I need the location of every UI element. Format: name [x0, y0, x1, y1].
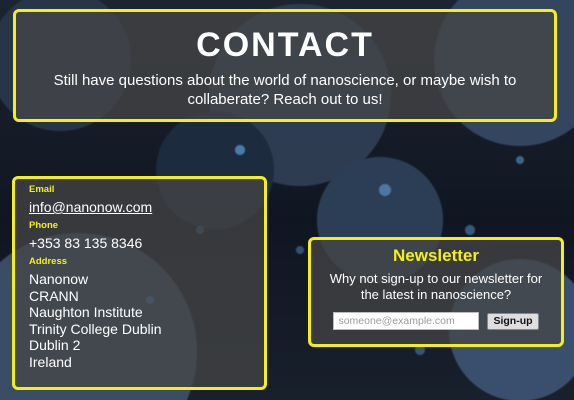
address-line: Naughton Institute [29, 304, 143, 321]
newsletter-title: Newsletter [393, 246, 479, 265]
signup-button[interactable]: Sign-up [487, 312, 539, 330]
contact-header-panel: CONTACT Still have questions about the w… [13, 9, 557, 122]
newsletter-email-input[interactable] [333, 312, 480, 330]
newsletter-description: Why not sign-up to our newsletter for th… [329, 271, 543, 302]
newsletter-form: Sign-up [311, 312, 561, 330]
address-label: Address [29, 256, 68, 267]
page-subtitle: Still have questions about the world of … [53, 72, 517, 108]
address-line: Ireland [29, 353, 72, 370]
address-line: CRANN [29, 287, 79, 304]
address-line: Trinity College Dublin [29, 320, 162, 337]
email-link[interactable]: info@nanonow.com [29, 199, 152, 215]
address-block: Nanonow CRANN Naughton Institute Trinity… [29, 271, 264, 371]
phone-number: +353 83 135 8346 [29, 235, 143, 251]
newsletter-panel: Newsletter Why not sign-up to our newsle… [308, 237, 564, 347]
page-title: CONTACT [196, 26, 374, 64]
email-label: Email [29, 184, 55, 195]
address-line: Dublin 2 [29, 337, 81, 354]
contact-details-panel: Email info@nanonow.com Phone +353 83 135… [12, 176, 267, 390]
address-line: Nanonow [29, 271, 89, 287]
phone-label: Phone [29, 220, 59, 231]
